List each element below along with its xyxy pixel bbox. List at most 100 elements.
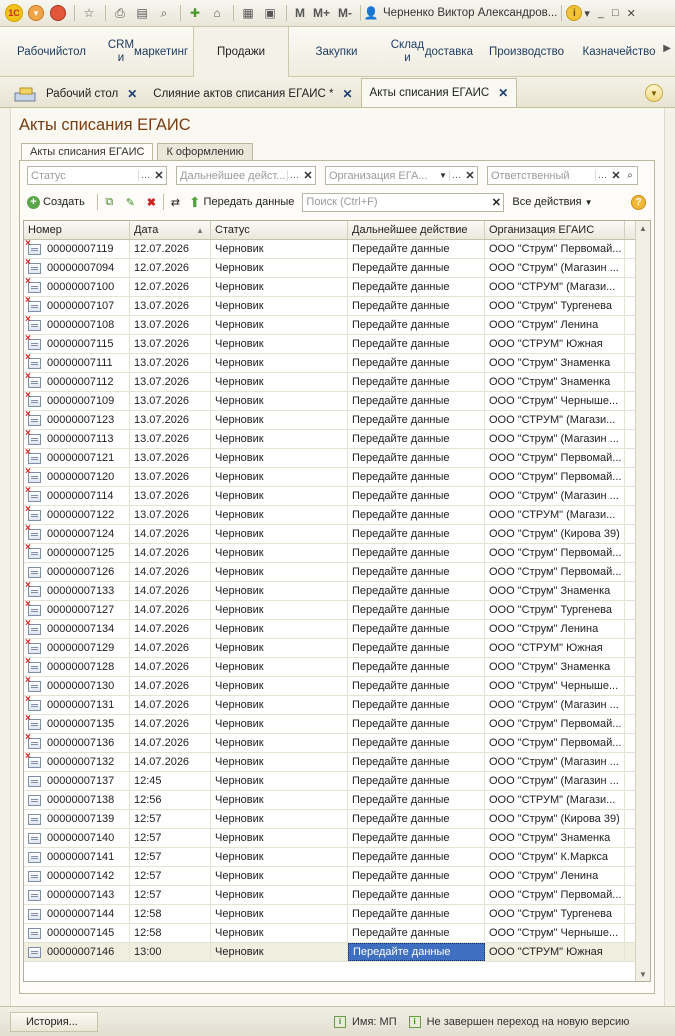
cell-number[interactable]: 00000007094 [24,259,130,277]
column-number[interactable]: Номер [24,221,130,239]
cell-status[interactable]: Черновик [211,715,348,733]
favorites-star-icon[interactable]: ☆ [79,3,99,23]
cell-number[interactable]: 00000007119 [24,240,130,258]
column-status[interactable]: Статус [211,221,348,239]
current-user[interactable]: Черненко Виктор Александров... [383,7,557,19]
cell-organization[interactable]: ООО "Струм" Знаменка [485,582,625,600]
table-row[interactable]: 00000007145 12:58 Черновик Передайте данные… [24,924,650,943]
cell-organization[interactable]: ООО "СТРУМ" (Магази... [485,411,625,429]
cell-next-action[interactable]: Передайте данные [348,791,485,809]
cell-next-action[interactable]: Передайте данные [348,297,485,315]
cell-number[interactable]: 00000007145 [24,924,130,942]
cell-number[interactable]: 00000007133 [24,582,130,600]
cell-organization[interactable]: ООО "Струм" Знаменка [485,658,625,676]
cell-date[interactable]: 13.07.2026 [130,335,211,353]
cell-organization[interactable]: ООО "Струм" Черныше... [485,677,625,695]
app-logo-icon[interactable]: 1С [4,3,24,23]
cell-organization[interactable]: ООО "Струм" (Кирова 39) [485,525,625,543]
cell-organization[interactable]: ООО "Струм" (Магазин ... [485,259,625,277]
cell-date[interactable]: 13.07.2026 [130,316,211,334]
cell-status[interactable]: Черновик [211,886,348,904]
cell-number[interactable]: 00000007124 [24,525,130,543]
clear-icon[interactable]: ✕ [152,169,166,182]
cell-number[interactable]: 00000007142 [24,867,130,885]
cell-organization[interactable]: ООО "СТРУМ" Южная [485,943,625,961]
cell-status[interactable]: Черновик [211,525,348,543]
cell-status[interactable]: Черновик [211,487,348,505]
cell-status[interactable]: Черновик [211,316,348,334]
cell-next-action[interactable]: Передайте данные [348,430,485,448]
table-row[interactable]: 00000007142 12:57 Черновик Передайте данные… [24,867,650,886]
cell-organization[interactable]: ООО "Струм" Первомай... [485,734,625,752]
close-icon[interactable]: ✕ [127,87,137,101]
cell-status[interactable]: Черновик [211,772,348,790]
cell-status[interactable]: Черновик [211,848,348,866]
cell-number[interactable]: 00000007131 [24,696,130,714]
cell-next-action[interactable]: Передайте данные [348,354,485,372]
cell-number[interactable]: 00000007139 [24,810,130,828]
memory-plus-button[interactable]: M+ [313,6,330,20]
cell-status[interactable]: Черновик [211,677,348,695]
cell-next-action[interactable]: Передайте данные [348,525,485,543]
sections-scroll-right-icon[interactable]: ▶ [663,43,671,54]
cell-organization[interactable]: ООО "Струм" Первомай... [485,563,625,581]
cell-date[interactable]: 12.07.2026 [130,240,211,258]
cell-status[interactable]: Черновик [211,449,348,467]
cell-number[interactable]: 00000007115 [24,335,130,353]
cell-status[interactable]: Черновик [211,278,348,296]
cell-number[interactable]: 00000007113 [24,430,130,448]
cell-status[interactable]: Черновик [211,411,348,429]
cell-date[interactable]: 14.07.2026 [130,753,211,771]
close-icon[interactable]: ✕ [627,7,636,20]
status-filter[interactable]: Статус … ✕ [27,166,167,185]
cell-status[interactable]: Черновик [211,753,348,771]
cell-date[interactable]: 13.07.2026 [130,506,211,524]
window-tab-merge[interactable]: Слияние актов списания ЕГАИС * ✕ [145,81,360,107]
cell-status[interactable]: Черновик [211,259,348,277]
cell-date[interactable]: 14.07.2026 [130,639,211,657]
cell-next-action[interactable]: Передайте данные [348,696,485,714]
cell-date[interactable]: 14.07.2026 [130,582,211,600]
cell-status[interactable]: Черновик [211,297,348,315]
cell-number[interactable]: 00000007122 [24,506,130,524]
table-row[interactable]: 00000007144 12:58 Черновик Передайте данные… [24,905,650,924]
cell-status[interactable]: Черновик [211,563,348,581]
cell-organization[interactable]: ООО "Струм" (Магазин ... [485,487,625,505]
cell-date[interactable]: 12:58 [130,924,211,942]
cell-organization[interactable]: ООО "Струм" Первомай... [485,449,625,467]
table-row[interactable]: 00000007113 13.07.2026 Черновик Передайте д… [24,430,650,449]
cell-next-action[interactable]: Передайте данные [348,943,485,961]
cell-date[interactable]: 13.07.2026 [130,430,211,448]
tab-to-process[interactable]: К оформлению [157,143,253,161]
table-row[interactable]: 00000007119 12.07.2026 Черновик Передайте д… [24,240,650,259]
table-row[interactable]: 00000007139 12:57 Черновик Передайте данные… [24,810,650,829]
section-desktop[interactable]: Рабочий стол [0,27,103,77]
cell-next-action[interactable]: Передайте данные [348,544,485,562]
info-icon[interactable]: i [566,5,583,21]
cell-organization[interactable]: ООО "Струм" Тургенева [485,601,625,619]
cell-status[interactable]: Черновик [211,506,348,524]
cell-date[interactable]: 13:00 [130,943,211,961]
copy-icon[interactable]: ⧉ [102,195,117,210]
cell-number[interactable]: 00000007138 [24,791,130,809]
clear-icon[interactable]: ✕ [463,169,477,182]
cell-date[interactable]: 13.07.2026 [130,487,211,505]
cell-date[interactable]: 13.07.2026 [130,373,211,391]
column-organization[interactable]: Организация ЕГАИС [485,221,625,239]
cell-next-action[interactable]: Передайте данные [348,335,485,353]
cell-next-action[interactable]: Передайте данные [348,658,485,676]
cell-organization[interactable]: ООО "Струм" Знаменка [485,354,625,372]
cell-date[interactable]: 12.07.2026 [130,259,211,277]
scroll-down-icon[interactable]: ▼ [636,967,650,981]
cell-date[interactable]: 13.07.2026 [130,354,211,372]
cell-next-action[interactable]: Передайте данные [348,411,485,429]
mark-delete-icon[interactable]: ✖ [144,195,159,210]
cell-number[interactable]: 00000007126 [24,563,130,581]
cell-organization[interactable]: ООО "Струм" Тургенева [485,297,625,315]
cell-status[interactable]: Черновик [211,658,348,676]
cell-number[interactable]: 00000007134 [24,620,130,638]
cell-status[interactable]: Черновик [211,620,348,638]
section-purchases[interactable]: Закупки [289,27,384,77]
select-dots-icon[interactable]: … [138,170,152,181]
cell-next-action[interactable]: Передайте данные [348,506,485,524]
